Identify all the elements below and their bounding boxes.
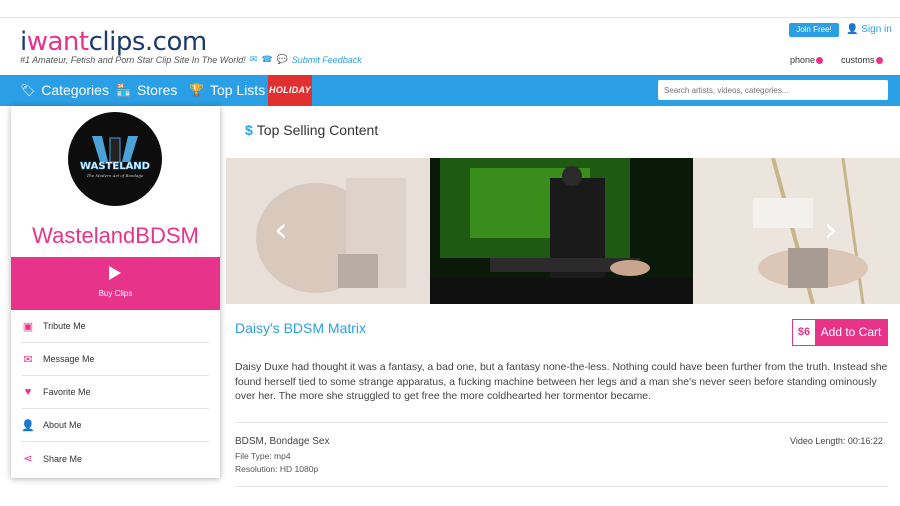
section-title: $ Top Selling Content (245, 122, 379, 138)
file-type: File Type: mp4 (235, 451, 291, 461)
carousel-prev-icon[interactable]: ‹ (274, 213, 288, 247)
site-logo[interactable]: iwantclips.com (20, 27, 207, 57)
user-icon: 👤 (21, 419, 35, 432)
site-header: iwantclips.com #1 Amateur, Fetish and Po… (0, 18, 900, 75)
tagline: #1 Amateur, Fetish and Porn Star Clip Si… (20, 54, 362, 65)
search-input[interactable] (658, 80, 888, 100)
money-icon: ▣ (22, 320, 34, 333)
holiday-banner[interactable]: HOLIDAY (268, 75, 312, 106)
trophy-icon: 🏆 (189, 83, 204, 97)
store-icon: 🏪 (116, 83, 131, 97)
nav-top-lists[interactable]: 🏆 Top Lists (189, 75, 265, 106)
customs-badge-icon (875, 57, 883, 65)
clip-title[interactable]: Daisy's BDSM Matrix (235, 320, 366, 336)
avatar[interactable]: WASTELAND The Modern Art of Bondage (68, 112, 162, 206)
buy-clips-label: Buy Clips (98, 289, 133, 298)
sign-in-link[interactable]: 👤 Sign in (846, 23, 892, 37)
sidebar-item-tribute[interactable]: ▣ Tribute Me (21, 310, 209, 343)
price-badge: $6 (793, 320, 815, 345)
next-slide-thumbnail (693, 158, 900, 304)
clip-tags[interactable]: BDSM, Bondage Sex (235, 436, 330, 447)
nav-categories[interactable]: 🏷 Categories (20, 75, 109, 106)
sidebar-item-favorite[interactable]: ♥ Favorite Me (21, 376, 209, 409)
svg-text:The Modern Art of Bondage: The Modern Art of Bondage (87, 173, 144, 178)
envelope-icon: ✉ (23, 353, 33, 366)
clip-carousel: ‹ › (226, 158, 900, 304)
play-icon (109, 266, 121, 280)
divider (235, 486, 888, 487)
carousel-slide-current[interactable] (430, 158, 693, 304)
clip-description: Daisy Duxe had thought it was a fantasy,… (235, 361, 888, 402)
envelope-icon[interactable]: ✉ (250, 54, 258, 65)
divider (235, 422, 888, 423)
resolution: Resolution: HD 1080p (235, 464, 319, 474)
phone-icon[interactable]: ☎ (261, 54, 272, 65)
customs-link[interactable]: customs (841, 55, 883, 65)
phone-link[interactable]: phone (790, 55, 824, 65)
heart-icon: ♥ (24, 386, 32, 398)
add-to-cart-label: Add to Cart (820, 325, 882, 339)
main-nav: 🏷 Categories 🏪 Stores 🏆 Top Lists HOLIDAY (0, 75, 900, 106)
share-icon: ⋖ (23, 453, 33, 465)
sidebar-item-message[interactable]: ✉ Message Me (21, 343, 209, 376)
sidebar-item-share[interactable]: ⋖ Share Me (21, 442, 209, 475)
carousel-slide-previous[interactable] (226, 158, 430, 304)
tagline-text: #1 Amateur, Fetish and Porn Star Clip Si… (20, 54, 246, 65)
sidebar-item-about[interactable]: 👤 About Me (21, 409, 209, 442)
store-sidebar: WASTELAND The Modern Art of Bondage Wast… (11, 106, 220, 478)
carousel-slide-next[interactable] (693, 158, 900, 304)
wasteland-logo: WASTELAND The Modern Art of Bondage (80, 136, 150, 178)
carousel-next-icon[interactable]: › (824, 213, 838, 247)
buy-clips-button[interactable]: Buy Clips (11, 257, 220, 310)
nav-stores[interactable]: 🏪 Stores (116, 75, 177, 106)
user-icon: 👤 (846, 24, 859, 35)
current-slide-thumbnail (430, 158, 693, 304)
top-strip (0, 0, 900, 18)
phone-badge-icon (816, 57, 824, 65)
chat-icon[interactable]: 💬 (277, 54, 288, 65)
video-length: Video Length: 00:16:22 (790, 436, 883, 446)
store-name: WastelandBDSM (32, 223, 199, 248)
tag-icon: 🏷 (20, 83, 36, 97)
add-to-cart-button[interactable]: $6 Add to Cart (792, 319, 888, 346)
submit-feedback-link[interactable]: Submit Feedback (292, 55, 362, 65)
svg-text:WASTELAND: WASTELAND (80, 161, 150, 172)
join-free-button[interactable]: Join Free! (789, 23, 839, 37)
dollar-icon: $ (245, 122, 253, 138)
previous-slide-thumbnail (226, 158, 430, 304)
